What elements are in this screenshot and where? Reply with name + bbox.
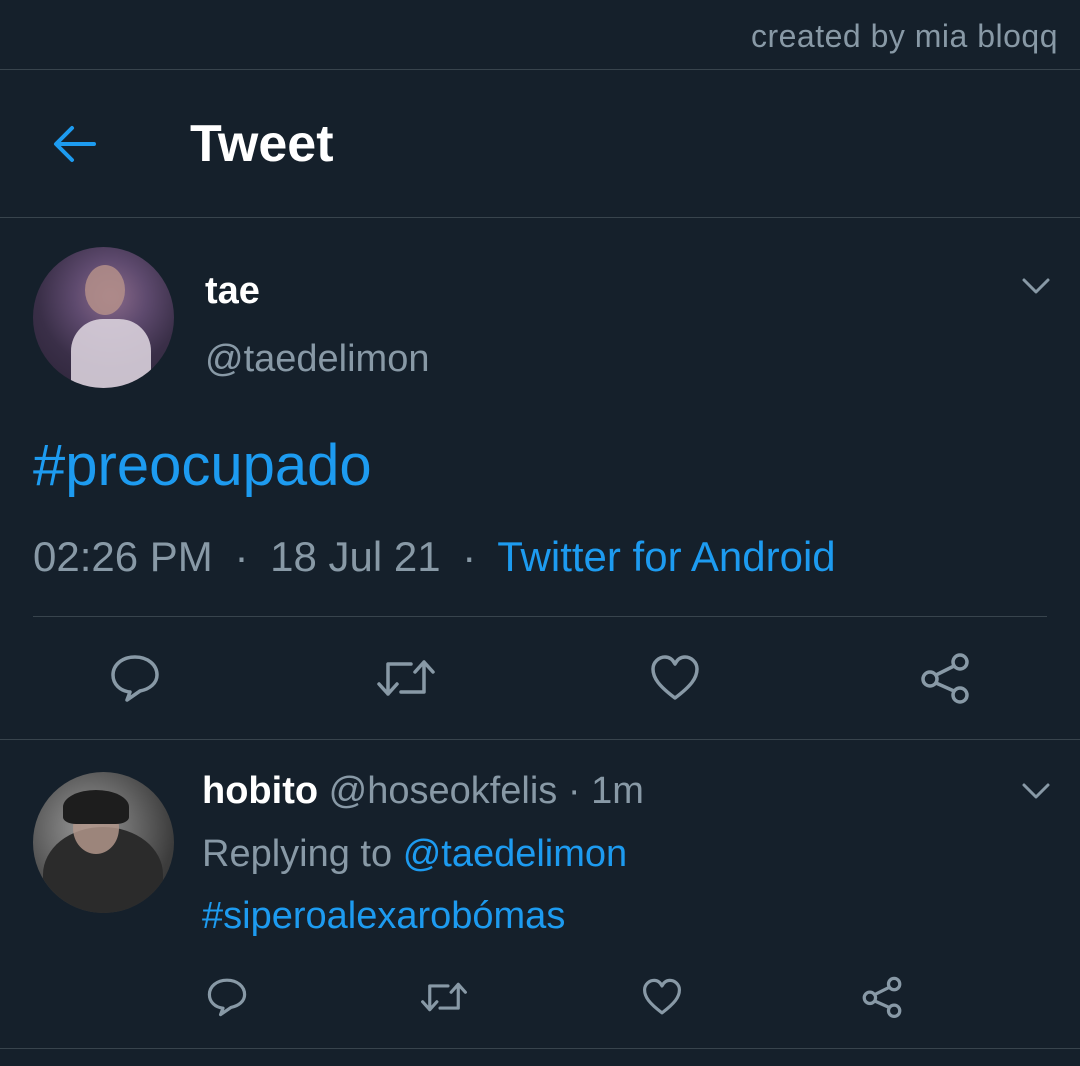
divider bbox=[0, 1048, 1080, 1049]
reply-author-name[interactable]: hobito bbox=[202, 770, 318, 812]
chevron-down-icon bbox=[1022, 783, 1050, 799]
avatar[interactable] bbox=[33, 772, 174, 913]
reply-button[interactable] bbox=[105, 648, 165, 708]
reply-header: hobito @hoseokfelis · 1m bbox=[202, 770, 644, 813]
tweet-source-link[interactable]: Twitter for Android bbox=[497, 533, 835, 580]
separator: · bbox=[234, 533, 249, 580]
like-button[interactable] bbox=[645, 648, 705, 708]
reply-text[interactable]: #siperoalexarobómas bbox=[202, 895, 565, 938]
divider bbox=[0, 739, 1080, 740]
header: Tweet bbox=[0, 70, 1080, 217]
share-button[interactable] bbox=[914, 648, 976, 708]
share-button[interactable] bbox=[857, 973, 907, 1021]
arrow-left-icon bbox=[54, 126, 96, 162]
replying-prefix: Replying to bbox=[202, 833, 393, 875]
tweet-time: 02:26 PM bbox=[33, 533, 213, 580]
divider bbox=[33, 616, 1047, 617]
share-icon bbox=[862, 976, 902, 1018]
watermark: created by mia bloqq bbox=[750, 18, 1058, 54]
replying-to-mention[interactable]: @taedelimon bbox=[403, 833, 627, 875]
comment-icon bbox=[111, 655, 159, 702]
reply-button[interactable] bbox=[203, 973, 251, 1021]
reply-age: 1m bbox=[591, 770, 644, 812]
heart-icon bbox=[642, 978, 681, 1015]
author-name[interactable]: tae bbox=[205, 270, 260, 313]
separator: · bbox=[567, 770, 581, 812]
reply-menu-button[interactable] bbox=[1021, 781, 1051, 801]
tweet-date: 18 Jul 21 bbox=[270, 533, 441, 580]
back-button[interactable] bbox=[48, 118, 100, 170]
heart-icon bbox=[651, 655, 699, 700]
author-handle[interactable]: @taedelimon bbox=[205, 338, 429, 381]
like-button[interactable] bbox=[638, 973, 686, 1021]
retweet-button[interactable] bbox=[418, 973, 470, 1021]
divider bbox=[0, 217, 1080, 218]
tweet-meta: 02:26 PM · 18 Jul 21 · Twitter for Andro… bbox=[33, 533, 836, 581]
separator: · bbox=[462, 533, 477, 580]
tweet-text[interactable]: #preocupado bbox=[33, 432, 372, 499]
replying-to: Replying to @taedelimon bbox=[202, 833, 627, 876]
avatar[interactable] bbox=[33, 247, 174, 388]
retweet-icon bbox=[421, 982, 467, 1012]
reply-author-handle[interactable]: @hoseokfelis bbox=[329, 770, 558, 812]
share-icon bbox=[921, 653, 969, 704]
chevron-down-icon bbox=[1022, 278, 1050, 294]
retweet-icon bbox=[377, 660, 435, 696]
retweet-button[interactable] bbox=[373, 648, 439, 708]
comment-icon bbox=[207, 978, 247, 1017]
tweet-menu-button[interactable] bbox=[1021, 276, 1051, 296]
page-title: Tweet bbox=[190, 115, 334, 173]
